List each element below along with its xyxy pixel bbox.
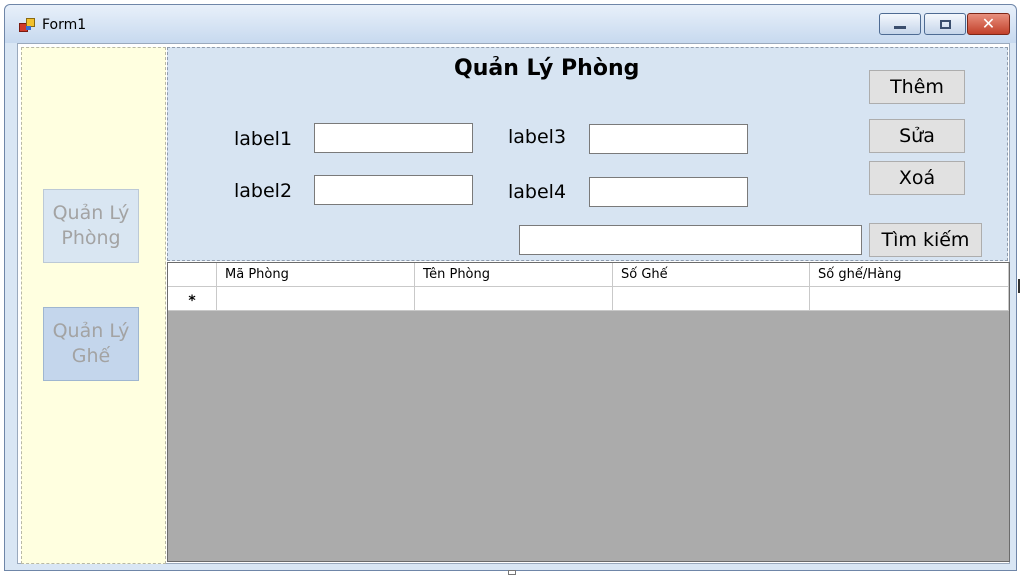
edge-marker — [1018, 279, 1020, 293]
column-header-room-name[interactable]: Tên Phòng — [415, 263, 613, 287]
search-button[interactable]: Tìm kiếm — [869, 223, 982, 257]
new-row-cell[interactable] — [613, 287, 810, 311]
grid-corner-header[interactable] — [168, 263, 217, 287]
field-4[interactable] — [589, 177, 748, 207]
rooms-data-grid[interactable]: Mã Phòng Tên Phòng Số Ghế Số ghế/Hàng * — [167, 262, 1010, 562]
label-2: label2 — [234, 180, 293, 202]
manage-seats-label: Quản Lý Ghế — [52, 320, 130, 367]
column-header-room-id[interactable]: Mã Phòng — [217, 263, 415, 287]
new-row-cell[interactable] — [810, 287, 1009, 311]
new-row-header[interactable]: * — [168, 287, 217, 311]
field-1[interactable] — [314, 123, 473, 153]
main-window: Form1 ✕ Quản Lý Phòng Quản Lý Ghế Quản L… — [4, 4, 1017, 571]
maximize-icon — [939, 19, 951, 29]
new-row-cell[interactable] — [415, 287, 613, 311]
label-3: label3 — [508, 126, 567, 148]
room-editor-panel: Quản Lý Phòng label1 label2 label3 label… — [167, 47, 1008, 261]
app-icon — [19, 18, 35, 32]
manage-rooms-button[interactable]: Quản Lý Phòng — [43, 189, 139, 263]
close-icon: ✕ — [981, 14, 996, 33]
form-client-area: Quản Lý Phòng Quản Lý Ghế Quản Lý Phòng … — [17, 43, 1010, 564]
new-row-marker: * — [188, 293, 196, 309]
sidebar: Quản Lý Phòng Quản Lý Ghế — [21, 47, 166, 564]
manage-seats-button[interactable]: Quản Lý Ghế — [43, 307, 139, 381]
resize-grip[interactable] — [508, 570, 516, 575]
grid-new-row: * — [168, 287, 1009, 311]
edit-button[interactable]: Sửa — [869, 119, 965, 153]
close-button[interactable]: ✕ — [967, 13, 1010, 35]
grid-header-row: Mã Phòng Tên Phòng Số Ghế Số ghế/Hàng — [168, 263, 1009, 287]
label-1: label1 — [234, 128, 293, 150]
column-header-seats-per-row[interactable]: Số ghế/Hàng — [810, 263, 1009, 287]
search-input[interactable] — [519, 225, 862, 255]
field-3[interactable] — [589, 124, 748, 154]
new-row-cell[interactable] — [217, 287, 415, 311]
add-button[interactable]: Thêm — [869, 70, 965, 104]
title-bar[interactable]: Form1 ✕ — [5, 5, 1016, 43]
window-title: Form1 — [42, 17, 87, 33]
field-2[interactable] — [314, 175, 473, 205]
page-title: Quản Lý Phòng — [454, 56, 640, 81]
minimize-icon — [894, 25, 906, 29]
delete-button[interactable]: Xoá — [869, 161, 965, 195]
label-4: label4 — [508, 181, 567, 203]
minimize-button[interactable] — [879, 13, 921, 35]
manage-rooms-label: Quản Lý Phòng — [52, 202, 130, 249]
maximize-button[interactable] — [924, 13, 966, 35]
column-header-seat-count[interactable]: Số Ghế — [613, 263, 810, 287]
